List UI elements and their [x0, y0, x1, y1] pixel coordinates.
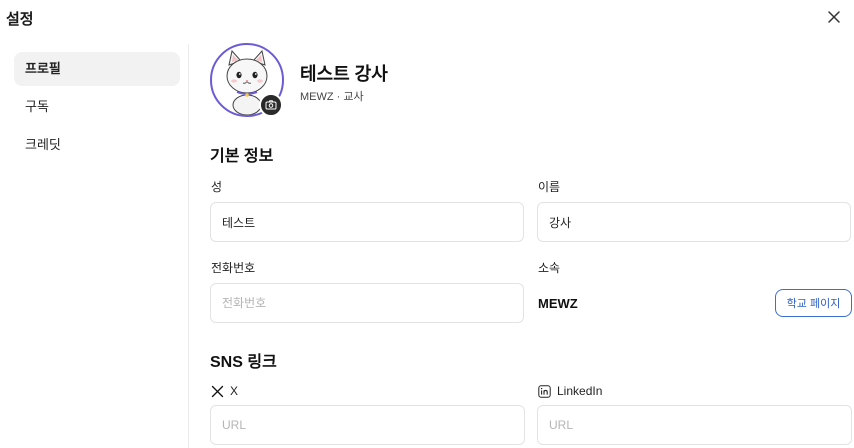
basic-info-title: 기본 정보	[210, 148, 274, 165]
linkedin-link-label-text: LinkedIn	[557, 384, 603, 398]
x-url-field[interactable]	[210, 405, 525, 445]
last-name-label: 성	[211, 180, 223, 194]
camera-icon	[265, 100, 277, 110]
first-name-label: 이름	[538, 180, 561, 194]
sidebar-item-subscription[interactable]: 구독	[14, 90, 180, 124]
sidebar-item-profile[interactable]: 프로필	[14, 52, 180, 86]
first-name-field[interactable]	[537, 202, 851, 242]
x-link-label-text: X	[230, 384, 239, 398]
change-avatar-button[interactable]	[259, 93, 283, 117]
linkedin-url-field[interactable]	[537, 405, 852, 445]
x-logo-icon	[211, 385, 224, 397]
sidebar-item-credit[interactable]: 크레딧	[14, 128, 180, 162]
affiliation-label: 소속	[538, 261, 561, 275]
school-page-button[interactable]: 학교 페이지	[775, 289, 852, 317]
linkedin-icon	[538, 384, 551, 398]
dialog-title: 설정	[6, 11, 34, 28]
sidebar-divider	[188, 44, 189, 448]
profile-name: 테스트 강사	[300, 64, 388, 84]
phone-field[interactable]	[210, 283, 524, 323]
profile-subtitle: MEWZ · 교사	[300, 91, 364, 103]
last-name-field[interactable]	[210, 202, 524, 242]
linkedin-link-label: LinkedIn	[538, 384, 602, 398]
close-icon	[828, 11, 840, 23]
profile-avatar	[210, 43, 284, 117]
phone-label: 전화번호	[211, 261, 256, 275]
settings-sidebar: 프로필 구독 크레딧	[14, 52, 180, 166]
close-button[interactable]	[825, 8, 843, 26]
affiliation-value: MEWZ	[538, 296, 578, 311]
x-link-label: X	[211, 384, 238, 398]
sns-links-title: SNS 링크	[210, 354, 277, 371]
